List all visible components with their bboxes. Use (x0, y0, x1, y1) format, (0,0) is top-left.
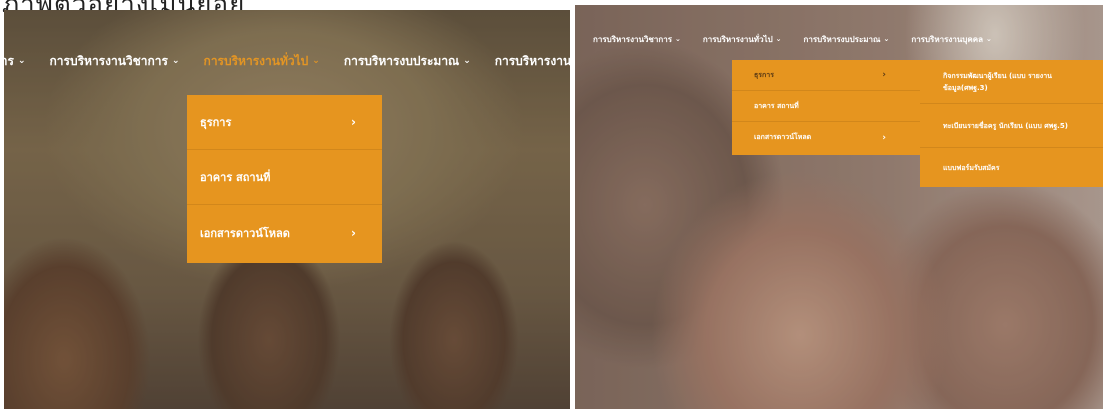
right-screenshot-panel: การบริหารงานวิชาการ ⌄ การบริหารงานทั่วไป… (575, 5, 1103, 409)
menu-item-buildings[interactable]: อาคาร สถานที่ (732, 91, 920, 122)
nav-label: การบริหารงบประมาณ (803, 34, 881, 44)
submenu-item-label: ทะเบียนรายชื่อครู นักเรียน (แบบ ศพฐ.5) (943, 121, 1068, 130)
chevron-down-icon: ⌄ (985, 34, 992, 43)
chevron-down-icon: ⌄ (17, 55, 26, 66)
chevron-down-icon: ⌄ (312, 55, 320, 66)
left-nav-bar: ฝ่ายบริหาร ⌄ การบริหารงานวิชาการ ⌄ การบร… (4, 50, 570, 72)
menu-item-label: ธุรการ (200, 116, 232, 129)
menu-item-clerical[interactable]: ธุรการ › (732, 60, 920, 91)
nav-item-budget[interactable]: การบริหารงบประมาณ ⌄ (344, 52, 471, 71)
submenu-item-teacher-student-registry[interactable]: ทะเบียนรายชื่อครู นักเรียน (แบบ ศพฐ.5) (920, 104, 1103, 148)
nav-item-academic[interactable]: การบริหารงานวิชาการ ⌄ (593, 33, 681, 46)
nav-label: การบริหารงานทั่วไป (702, 34, 773, 44)
right-nav-bar: การบริหารงานวิชาการ ⌄ การบริหารงานทั่วไป… (593, 31, 1014, 47)
nav-item-personnel[interactable]: การบริหารงานบุคคล ⌄ (495, 52, 570, 71)
nav-item-general-admin[interactable]: การบริหารงานทั่วไป ⌄ (703, 33, 782, 46)
nav-item-personnel[interactable]: การบริหารงานบุคคล ⌄ (911, 33, 992, 46)
nav-label: การบริหารงานทั่วไป (203, 53, 309, 68)
general-admin-dropdown: ธุรการ › อาคาร สถานที่ เอกสารดาวน์โหลด › (732, 60, 920, 155)
chevron-down-icon: ⌄ (883, 34, 890, 43)
submenu-item-label: แบบฟอร์มรับสมัคร (943, 163, 1000, 172)
nav-label: การบริหารงานวิชาการ (593, 34, 672, 44)
nav-label: การบริหารงบประมาณ (343, 53, 460, 68)
chevron-down-icon: ⌄ (674, 34, 681, 43)
nav-item-budget[interactable]: การบริหารงบประมาณ ⌄ (804, 33, 890, 46)
chevron-right-icon: › (351, 225, 356, 240)
chevron-down-icon: ⌄ (463, 55, 471, 66)
chevron-down-icon: ⌄ (775, 34, 782, 43)
menu-item-buildings[interactable]: อาคาร สถานที่ (187, 150, 382, 205)
nav-label: การบริหารงานวิชาการ (49, 53, 168, 68)
menu-item-downloads[interactable]: เอกสารดาวน์โหลด › (732, 122, 920, 153)
nav-label: การบริหารงานบุคคล (494, 53, 570, 68)
clerical-submenu: กิจกรรมพัฒนาผู้เรียน (แบบ รายงานข้อมูล(ศ… (920, 60, 1103, 187)
menu-item-label: อาคาร สถานที่ (754, 101, 799, 110)
chevron-down-icon: ⌄ (172, 55, 180, 66)
left-screenshot-panel: ฝ่ายบริหาร ⌄ การบริหารงานวิชาการ ⌄ การบร… (4, 10, 570, 409)
menu-item-label: อาคาร สถานที่ (200, 171, 271, 184)
submenu-item-label: กิจกรรมพัฒนาผู้เรียน (แบบ รายงานข้อมูล(ศ… (943, 71, 1052, 92)
chevron-right-icon: › (351, 115, 356, 129)
nav-label: การบริหารงานบุคคล (911, 34, 983, 44)
menu-item-label: ธุรการ (754, 70, 774, 79)
menu-item-clerical[interactable]: ธุรการ › (187, 95, 382, 150)
nav-item-general-admin[interactable]: การบริหารงานทั่วไป ⌄ (204, 52, 320, 71)
nav-item-academic[interactable]: การบริหารงานวิชาการ ⌄ (50, 52, 180, 71)
chevron-right-icon: › (882, 70, 886, 80)
chevron-right-icon: › (882, 132, 886, 143)
nav-label: ฝ่ายบริหาร (4, 53, 14, 68)
general-admin-dropdown: ธุรการ › อาคาร สถานที่ เอกสารดาวน์โหลด › (187, 95, 382, 263)
menu-item-downloads[interactable]: เอกสารดาวน์โหลด › (187, 205, 382, 260)
submenu-item-application-form[interactable]: แบบฟอร์มรับสมัคร (920, 148, 1103, 187)
menu-item-label: เอกสารดาวน์โหลด (754, 133, 812, 141)
submenu-item-student-activities[interactable]: กิจกรรมพัฒนาผู้เรียน (แบบ รายงานข้อมูล(ศ… (920, 60, 1103, 104)
nav-item-executive[interactable]: ฝ่ายบริหาร ⌄ (4, 52, 26, 71)
menu-item-label: เอกสารดาวน์โหลด (200, 226, 290, 240)
